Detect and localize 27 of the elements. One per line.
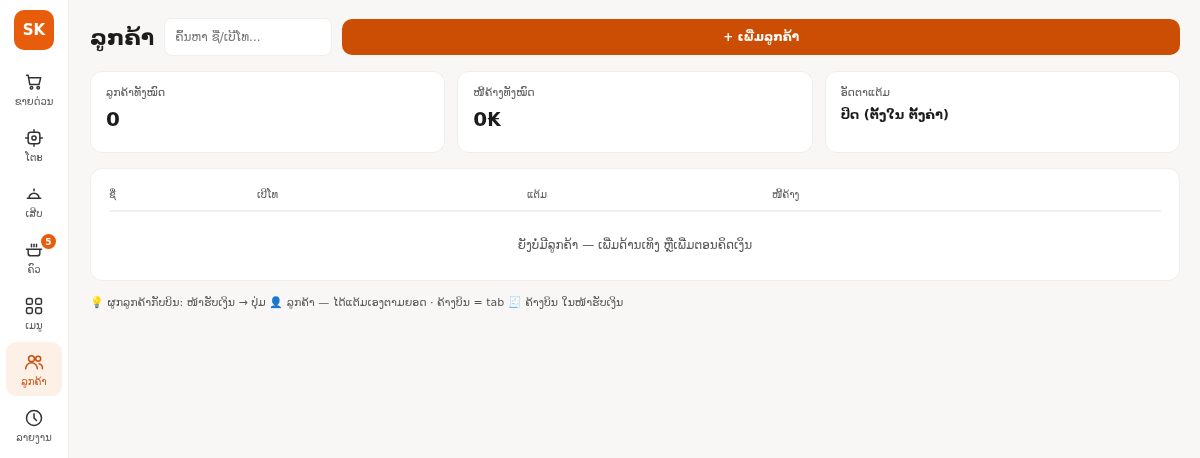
page-title: ລູກຄ້າ (90, 24, 155, 50)
nav-item[interactable]: 5 ຄົວ (6, 230, 62, 284)
nav-item[interactable]: ເມນູ (6, 286, 62, 340)
column-header: ເບີໂທ (257, 189, 280, 200)
count-badge: 5 (41, 234, 56, 249)
chip-icon (24, 127, 44, 148)
column-header: ແຕ້ມ (527, 189, 548, 200)
clock-icon (24, 407, 44, 428)
nav-item[interactable]: ເສີບ (6, 174, 62, 228)
stat-value: 0₭ (473, 107, 502, 131)
column-header: ຊື່ (109, 189, 117, 200)
logo: SK (14, 10, 54, 50)
stat-label: ໜີ້ຄ້າງທັງໝົດ (473, 86, 535, 99)
search-field[interactable]: ຄົ້ນຫາ ຊື່/ເບີໂທ... (164, 18, 333, 56)
column-header: ໜີ້ຄ້າງ (772, 189, 801, 200)
stat-label: ອັດຕາແຕ້ມ (840, 86, 890, 99)
hint-text: 💡 ຜູກລູກຄ້າກັບບິນ: ໜ້າຮັບເງິນ → ປຸ່ມ 👤 ລູກຄ້າ — ໄດ້ແຕ້ມເອງຕາມຍອດ · ຄ້າງບິນ = tab 🧾 ຄ້າງບິນ ໃນໜ້າຮັບເງິນ (90, 296, 625, 309)
nav-item[interactable]: ລູກຄ້າ (6, 342, 62, 396)
stat-value: 0 (106, 107, 120, 131)
grid-icon (24, 295, 44, 316)
empty-message: ຍັງບໍ່ມີລູກຄ້າ — ເພີ່ມດ້ານເທິງ ຫຼືເພີ່ມຕອນຄິດເງິນ (516, 236, 754, 252)
nav-item[interactable]: ຂາຍດ່ວນ (6, 62, 62, 116)
add-customer-button[interactable]: + ເພີ່ມລູກຄ້າ (342, 19, 1180, 55)
stat-label: ລູກຄ້າທັງໝົດ (106, 86, 166, 99)
stat-value: ປິດ (ຕັ້ງໃນ ຕັ້ງຄ່າ) (840, 107, 949, 122)
nav-item[interactable]: ໂຕະ (6, 118, 62, 172)
nav-item[interactable]: ລາຍງານ (6, 398, 62, 452)
